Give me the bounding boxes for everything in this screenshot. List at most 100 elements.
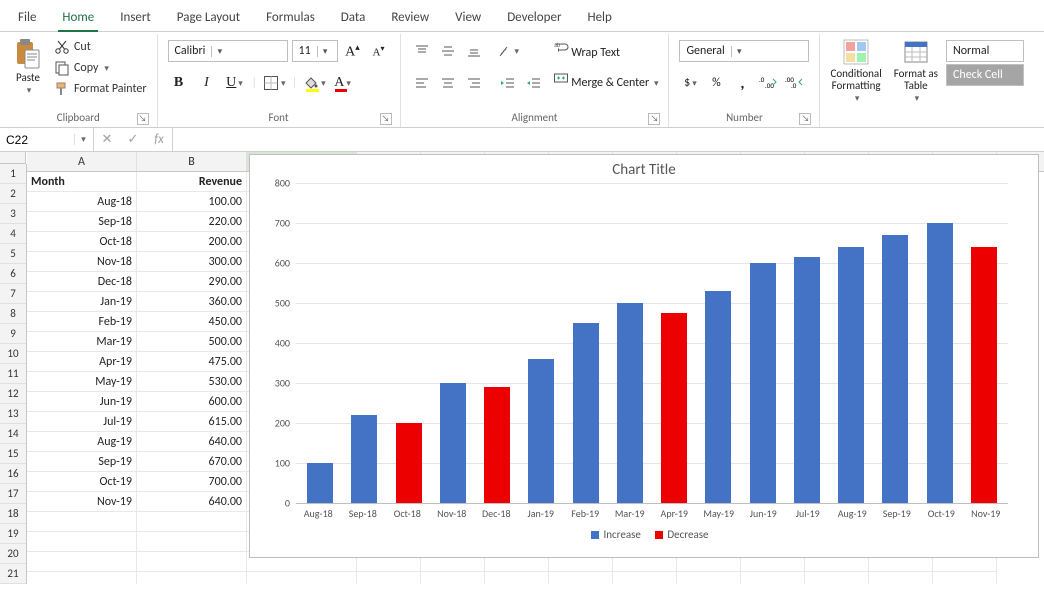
- chart-bar[interactable]: [971, 247, 997, 503]
- cell[interactable]: 475.00: [137, 352, 247, 372]
- worksheet-grid[interactable]: 123456789101112131415161718192021 ABCDEF…: [0, 152, 1044, 584]
- chart-bar[interactable]: [838, 247, 864, 503]
- cell[interactable]: May-19: [27, 372, 137, 392]
- cell[interactable]: [137, 572, 247, 584]
- format-painter-button[interactable]: Format Painter: [52, 80, 149, 98]
- tab-file[interactable]: File: [6, 4, 48, 31]
- row-header[interactable]: 9: [0, 324, 26, 344]
- dialog-launcher-icon[interactable]: ↘: [380, 113, 392, 125]
- fill-color-button[interactable]: ▾: [303, 72, 326, 94]
- cell[interactable]: [805, 572, 869, 584]
- cell[interactable]: [27, 552, 137, 572]
- row-header[interactable]: 20: [0, 544, 26, 564]
- row-header[interactable]: 13: [0, 404, 26, 424]
- select-all-corner[interactable]: [0, 152, 26, 164]
- cell[interactable]: 640.00: [137, 492, 247, 512]
- chart-bar[interactable]: [573, 323, 599, 503]
- cell[interactable]: 615.00: [137, 412, 247, 432]
- chart-bar[interactable]: [882, 235, 908, 503]
- cell[interactable]: Jul-19: [27, 412, 137, 432]
- row-header[interactable]: 15: [0, 444, 26, 464]
- row-header[interactable]: 10: [0, 344, 26, 364]
- decrease-font-size-button[interactable]: A▾: [368, 40, 390, 62]
- align-bottom-button[interactable]: [463, 40, 485, 62]
- tab-view[interactable]: View: [443, 4, 493, 31]
- align-right-button[interactable]: [463, 72, 485, 94]
- cell[interactable]: [137, 532, 247, 552]
- align-top-button[interactable]: [411, 40, 433, 62]
- comma-format-button[interactable]: ,: [731, 72, 753, 94]
- cell[interactable]: [357, 572, 421, 584]
- cell[interactable]: 300.00: [137, 252, 247, 272]
- formula-input[interactable]: [173, 128, 1044, 151]
- cell[interactable]: 600.00: [137, 392, 247, 412]
- cell[interactable]: [869, 572, 933, 584]
- cell[interactable]: [27, 512, 137, 532]
- cell[interactable]: [137, 552, 247, 572]
- tab-formulas[interactable]: Formulas: [254, 4, 327, 31]
- tab-page-layout[interactable]: Page Layout: [165, 4, 252, 31]
- wrap-text-button[interactable]: ab Wrap Text: [553, 40, 659, 60]
- row-header[interactable]: 21: [0, 564, 26, 584]
- chart-bar[interactable]: [705, 291, 731, 503]
- cell[interactable]: Month: [27, 172, 137, 192]
- cell[interactable]: [741, 572, 805, 584]
- cell[interactable]: Oct-19: [27, 472, 137, 492]
- cancel-formula-button[interactable]: ✕: [94, 132, 120, 147]
- tab-developer[interactable]: Developer: [495, 4, 573, 31]
- cell[interactable]: Nov-19: [27, 492, 137, 512]
- cell[interactable]: 500.00: [137, 332, 247, 352]
- row-header[interactable]: 6: [0, 264, 26, 284]
- chart-bar[interactable]: [484, 387, 510, 503]
- column-header[interactable]: B: [137, 152, 247, 171]
- cell[interactable]: 700.00: [137, 472, 247, 492]
- tab-insert[interactable]: Insert: [108, 4, 163, 31]
- chart-bar[interactable]: [617, 303, 643, 503]
- row-header[interactable]: 17: [0, 484, 26, 504]
- chart-bar[interactable]: [661, 313, 687, 503]
- align-middle-button[interactable]: [437, 40, 459, 62]
- font-family-combo[interactable]: Calibri ▾: [168, 40, 288, 62]
- cell[interactable]: [247, 572, 357, 584]
- cell[interactable]: Mar-19: [27, 332, 137, 352]
- row-header[interactable]: 2: [0, 184, 26, 204]
- chart-bar[interactable]: [440, 383, 466, 503]
- cell[interactable]: Revenue: [137, 172, 247, 192]
- column-header[interactable]: A: [27, 152, 137, 171]
- font-color-button[interactable]: A ▾: [332, 72, 354, 94]
- cell[interactable]: [27, 572, 137, 584]
- cell[interactable]: Oct-18: [27, 232, 137, 252]
- copy-button[interactable]: Copy ▾: [52, 59, 149, 77]
- cell[interactable]: 200.00: [137, 232, 247, 252]
- row-header[interactable]: 7: [0, 284, 26, 304]
- format-as-table-button[interactable]: Format as Table ▾: [890, 36, 942, 106]
- insert-function-button[interactable]: fx: [146, 132, 172, 147]
- dialog-launcher-icon[interactable]: ↘: [648, 113, 660, 125]
- cell[interactable]: [485, 572, 549, 584]
- decrease-indent-button[interactable]: [497, 72, 519, 94]
- cell[interactable]: [677, 572, 741, 584]
- cell[interactable]: [933, 572, 997, 584]
- cell[interactable]: 220.00: [137, 212, 247, 232]
- dialog-launcher-icon[interactable]: ↘: [799, 113, 811, 125]
- borders-button[interactable]: ▾: [263, 72, 286, 94]
- chart-bar[interactable]: [351, 415, 377, 503]
- chart-bar[interactable]: [307, 463, 333, 503]
- increase-indent-button[interactable]: [523, 72, 545, 94]
- accounting-format-button[interactable]: $▾: [679, 72, 701, 94]
- cell[interactable]: 360.00: [137, 292, 247, 312]
- cell[interactable]: [421, 572, 485, 584]
- tab-review[interactable]: Review: [379, 4, 441, 31]
- increase-font-size-button[interactable]: A▴: [342, 40, 364, 62]
- row-header[interactable]: 5: [0, 244, 26, 264]
- chart-bar[interactable]: [927, 223, 953, 503]
- chart-bar[interactable]: [528, 359, 554, 503]
- cell[interactable]: 670.00: [137, 452, 247, 472]
- cell[interactable]: Sep-19: [27, 452, 137, 472]
- cell[interactable]: 450.00: [137, 312, 247, 332]
- name-box-input[interactable]: [0, 133, 74, 147]
- number-format-combo[interactable]: General ▾: [679, 40, 809, 62]
- italic-button[interactable]: I: [196, 72, 218, 94]
- bold-button[interactable]: B: [168, 72, 190, 94]
- row-header[interactable]: 11: [0, 364, 26, 384]
